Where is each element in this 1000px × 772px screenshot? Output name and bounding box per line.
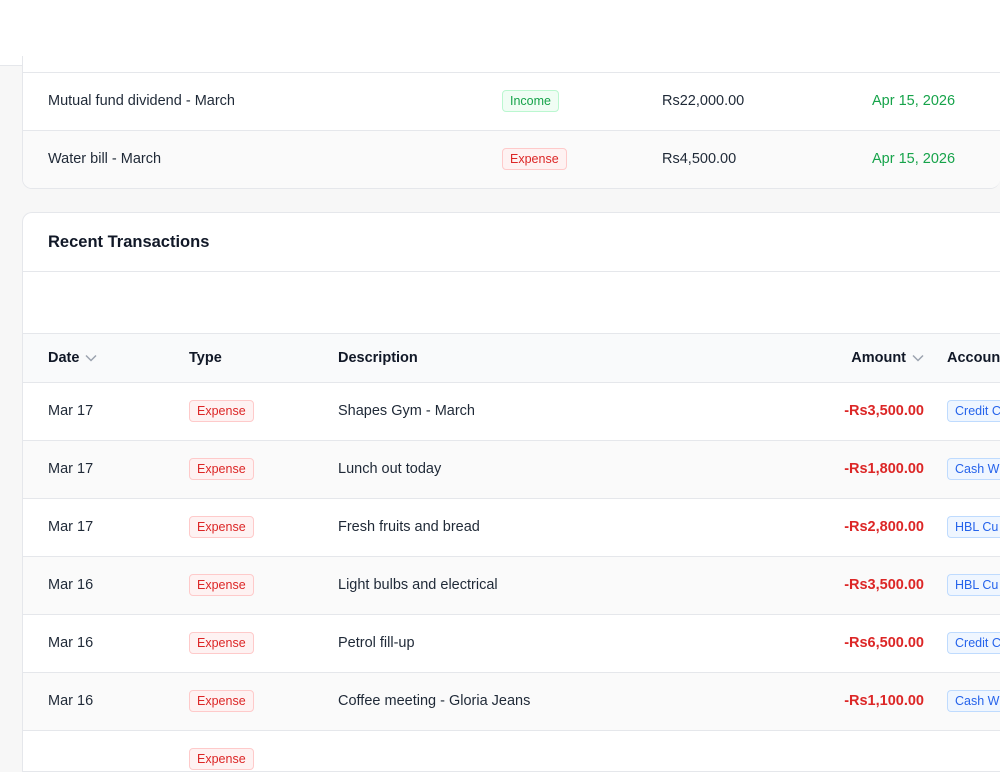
upcoming-description: Water bill - March (48, 151, 162, 167)
table-row[interactable]: Mar 16 Expense Coffee meeting - Gloria J… (23, 673, 1000, 731)
upcoming-date: Apr 15, 2026 (872, 151, 956, 167)
account-badge: Cash W (947, 458, 1000, 480)
upcoming-date: Apr 15, 2026 (872, 93, 956, 109)
row-description: Light bulbs and electrical (338, 577, 498, 593)
row-description: Shapes Gym - March (338, 403, 475, 419)
column-header-description: Description (338, 350, 418, 366)
type-badge-expense: Expense (189, 400, 254, 422)
row-description: Coffee meeting - Gloria Jeans (338, 693, 531, 709)
upcoming-row[interactable]: Water bill - March Expense Rs4,500.00 Ap… (23, 130, 1000, 188)
type-badge-expense: Expense (189, 690, 254, 712)
table-header: Date Type Description Amount Accoun (23, 333, 1000, 383)
row-amount: -Rs6,500.00 (844, 635, 924, 651)
column-header-date[interactable]: Date (48, 334, 97, 382)
chevron-down-icon (85, 334, 97, 382)
recent-transactions-title: Recent Transactions (48, 233, 210, 251)
account-badge: HBL Cu (947, 516, 1000, 538)
upcoming-description: Mutual fund dividend - March (48, 93, 235, 109)
column-header-amount[interactable]: Amount (851, 334, 924, 382)
row-description: Fresh fruits and bread (338, 519, 480, 535)
table-row[interactable]: Mar 17 Expense Fresh fruits and bread -R… (23, 499, 1000, 557)
type-badge-expense: Expense (502, 148, 567, 170)
table-row[interactable]: Mar 17 Expense Shapes Gym - March -Rs3,5… (23, 383, 1000, 441)
table-toolbar (23, 272, 1000, 333)
account-badge: Cash W (947, 690, 1000, 712)
account-badge: Credit C (947, 632, 1000, 654)
row-amount: -Rs3,500.00 (844, 403, 924, 419)
row-description: Petrol fill-up (338, 635, 415, 651)
chevron-down-icon (912, 334, 924, 382)
type-badge-expense: Expense (189, 748, 254, 770)
upcoming-transactions-card: Mutual fund dividend - March Income Rs22… (22, 56, 1000, 189)
column-header-amount-label: Amount (851, 350, 906, 366)
upcoming-amount: Rs22,000.00 (662, 93, 745, 109)
table-row[interactable]: Mar 17 Expense Lunch out today -Rs1,800.… (23, 441, 1000, 499)
type-badge-expense: Expense (189, 458, 254, 480)
upcoming-row[interactable]: Mutual fund dividend - March Income Rs22… (23, 72, 1000, 130)
table-row[interactable]: Mar 16 Expense Light bulbs and electrica… (23, 557, 1000, 615)
type-badge-expense: Expense (189, 632, 254, 654)
table-row[interactable]: Mar 16 Expense Petrol fill-up -Rs6,500.0… (23, 615, 1000, 673)
row-date: Mar 17 (48, 403, 94, 419)
type-badge-expense: Expense (189, 574, 254, 596)
row-date: Mar 17 (48, 519, 94, 535)
row-date: Mar 16 (48, 635, 94, 651)
account-badge: Credit C (947, 400, 1000, 422)
upcoming-amount: Rs4,500.00 (662, 151, 737, 167)
row-date: Mar 17 (48, 461, 94, 477)
row-description: Lunch out today (338, 461, 442, 477)
column-header-date-label: Date (48, 350, 80, 366)
row-amount: -Rs2,800.00 (844, 519, 924, 535)
table-row[interactable]: Expense (23, 731, 1000, 771)
column-header-type: Type (189, 350, 222, 366)
row-amount: -Rs1,100.00 (844, 693, 924, 709)
recent-transactions-card: Recent Transactions Date Type Descriptio… (22, 212, 1000, 772)
row-date: Mar 16 (48, 577, 94, 593)
type-badge-income: Income (502, 90, 559, 112)
row-amount: -Rs3,500.00 (844, 577, 924, 593)
type-badge-expense: Expense (189, 516, 254, 538)
row-date: Mar 16 (48, 693, 94, 709)
row-amount: -Rs1,800.00 (844, 461, 924, 477)
column-header-account: Accoun (947, 350, 1000, 366)
account-badge: HBL Cu (947, 574, 1000, 596)
